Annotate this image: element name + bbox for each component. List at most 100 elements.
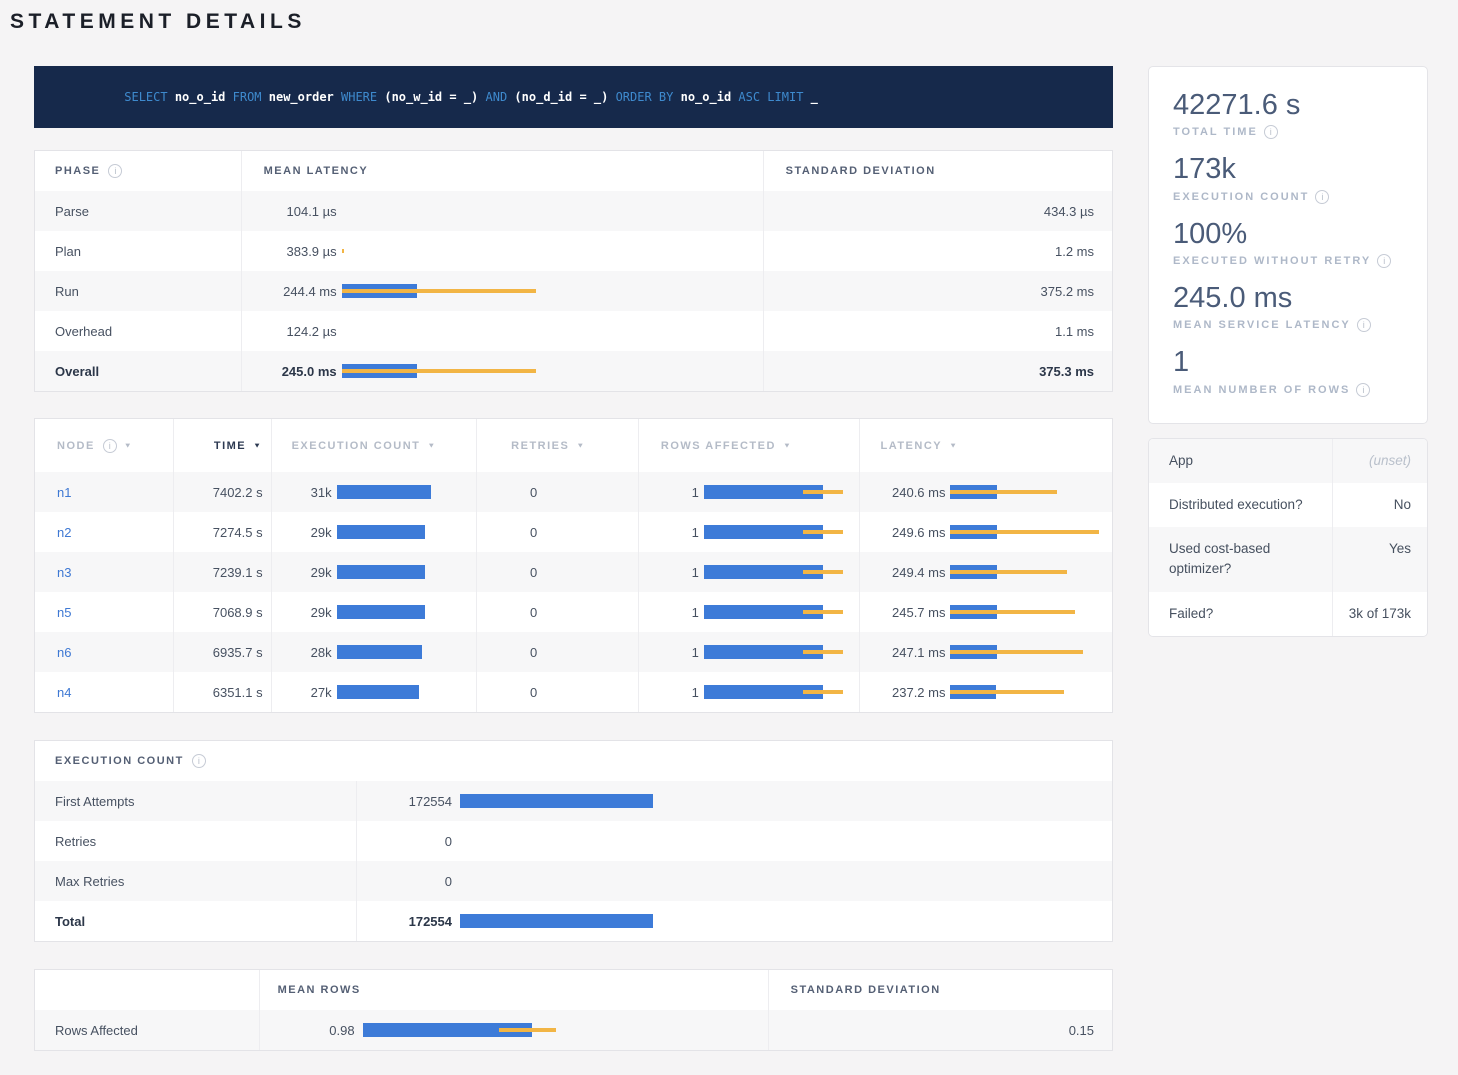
prop-value: Yes xyxy=(1332,527,1427,592)
execution-count-bar xyxy=(337,685,471,699)
time-column-header[interactable]: TIME▼ xyxy=(173,419,271,472)
info-icon[interactable]: i xyxy=(1315,190,1329,204)
prop-label: App xyxy=(1149,439,1332,483)
table-row: Max Retries 0 xyxy=(35,861,1112,901)
stat-value: 1 xyxy=(1173,346,1403,379)
sort-arrow-icon: ▼ xyxy=(576,442,585,450)
stat-mean-number-of-rows: 1 MEAN NUMBER OF ROWSi xyxy=(1173,346,1403,396)
prop-label: Distributed execution? xyxy=(1149,483,1332,527)
rows-affected-column-header[interactable]: ROWS AFFECTED▼ xyxy=(638,419,860,472)
retries-value: 0 xyxy=(477,685,537,700)
prop-row-app: App (unset) xyxy=(1149,439,1427,483)
time-value: 6351.1 s xyxy=(173,672,271,712)
execution-count-bar xyxy=(337,485,471,499)
info-icon[interactable]: i xyxy=(1356,383,1370,397)
prop-value: 3k of 173k xyxy=(1332,592,1427,636)
execution-count-value: 31k xyxy=(272,485,332,500)
node-link[interactable]: n5 xyxy=(57,605,71,620)
sort-arrow-icon: ▼ xyxy=(427,442,436,450)
std-dev-value: 1.2 ms xyxy=(763,231,1112,271)
stat-mean-service-latency: 245.0 ms MEAN SERVICE LATENCYi xyxy=(1173,282,1403,332)
stat-label: EXECUTED WITHOUT RETRYi xyxy=(1173,254,1403,268)
sql-statement-box: SELECT no_o_id FROM new_order WHERE (no_… xyxy=(34,66,1113,128)
std-dev-value: 0.15 xyxy=(768,1010,1112,1050)
table-row: n5 7068.9 s 29k 0 1 245.7 ms xyxy=(35,592,1112,632)
execution-count-value: 29k xyxy=(272,525,332,540)
table-row: n3 7239.1 s 29k 0 1 249.4 ms xyxy=(35,552,1112,592)
sql-statement: SELECT no_o_id FROM new_order WHERE (no_… xyxy=(52,76,818,118)
info-icon[interactable]: i xyxy=(1377,254,1391,268)
rows-affected-value: 1 xyxy=(639,485,699,500)
row-label: Max Retries xyxy=(35,861,356,901)
execution-count-column-header[interactable]: EXECUTION COUNT▼ xyxy=(271,419,477,472)
latency-bar xyxy=(342,204,755,218)
execution-count-table: EXECUTION COUNT i First Attempts 172554 … xyxy=(34,740,1113,942)
node-link[interactable]: n3 xyxy=(57,565,71,580)
rows-affected-value: 1 xyxy=(639,605,699,620)
latency-column-header[interactable]: LATENCY▼ xyxy=(859,419,1112,472)
node-link[interactable]: n2 xyxy=(57,525,71,540)
table-row: n1 7402.2 s 31k 0 1 240.6 ms xyxy=(35,472,1112,512)
std-dev-value: 434.3 µs xyxy=(763,191,1112,231)
mean-latency-value: 245.0 ms xyxy=(242,364,337,379)
row-label: First Attempts xyxy=(35,781,356,821)
rows-affected-bar xyxy=(704,565,852,579)
stat-total-time: 42271.6 s TOTAL TIMEi xyxy=(1173,89,1403,139)
std-dev-value: 375.2 ms xyxy=(763,271,1112,311)
page-title: STATEMENT DETAILS xyxy=(10,10,1428,34)
retries-column-header[interactable]: RETRIES▼ xyxy=(476,419,638,472)
info-icon[interactable]: i xyxy=(1357,318,1371,332)
rows-affected-bar xyxy=(704,645,852,659)
table-row: Rows Affected 0.98 0.15 xyxy=(35,1010,1112,1050)
execution-count-section-header: EXECUTION COUNT i xyxy=(35,741,206,781)
table-row: Plan 383.9 µs 1.2 ms xyxy=(35,231,1112,271)
row-label: Total xyxy=(35,901,356,941)
mean-latency-value: 124.2 µs xyxy=(242,324,337,339)
node-link[interactable]: n4 xyxy=(57,685,71,700)
empty-header-cell xyxy=(35,970,259,1010)
retries-value: 0 xyxy=(477,565,537,580)
rows-affected-value: 1 xyxy=(639,525,699,540)
count-bar xyxy=(460,914,1104,928)
node-link[interactable]: n1 xyxy=(57,485,71,500)
count-bar xyxy=(460,874,1104,888)
rows-affected-value: 1 xyxy=(639,685,699,700)
latency-bar xyxy=(342,284,755,298)
mean-latency-value: 383.9 µs xyxy=(242,244,337,259)
execution-count-bar xyxy=(337,565,471,579)
std-dev-column-header: STANDARD DEVIATION xyxy=(768,970,1112,1010)
statement-properties-card: App (unset) Distributed execution? No Us… xyxy=(1148,438,1428,637)
std-dev-value: 375.3 ms xyxy=(763,351,1112,391)
prop-label: Failed? xyxy=(1149,592,1332,636)
execution-count-bar xyxy=(337,645,471,659)
latency-bar xyxy=(950,685,1112,699)
std-dev-value: 1.1 ms xyxy=(763,311,1112,351)
mean-latency-value: 104.1 µs xyxy=(242,204,337,219)
node-column-header[interactable]: NODE i ▼ xyxy=(35,419,173,472)
node-link[interactable]: n6 xyxy=(57,645,71,660)
stat-label: MEAN SERVICE LATENCYi xyxy=(1173,318,1403,332)
latency-value: 249.4 ms xyxy=(860,565,945,580)
latency-bar xyxy=(342,324,755,338)
rows-affected-bar xyxy=(704,685,852,699)
row-label: Rows Affected xyxy=(35,1010,259,1050)
prop-value: (unset) xyxy=(1332,439,1427,483)
latency-value: 237.2 ms xyxy=(860,685,945,700)
retries-value: 0 xyxy=(477,525,537,540)
info-icon[interactable]: i xyxy=(192,754,206,768)
stat-value: 245.0 ms xyxy=(1173,282,1403,315)
info-icon[interactable]: i xyxy=(1264,125,1278,139)
latency-bar xyxy=(950,485,1112,499)
phase-label: Overhead xyxy=(35,311,241,351)
table-row: Total 172554 xyxy=(35,901,1112,941)
main-column: SELECT no_o_id FROM new_order WHERE (no_… xyxy=(34,66,1113,1051)
table-row: First Attempts 172554 xyxy=(35,781,1112,821)
prop-row-distributed-execution: Distributed execution? No xyxy=(1149,483,1427,527)
rows-affected-bar xyxy=(704,485,852,499)
retries-value: 0 xyxy=(477,605,537,620)
info-icon[interactable]: i xyxy=(108,164,122,178)
phase-label: Run xyxy=(35,271,241,311)
table-row: Retries 0 xyxy=(35,821,1112,861)
table-row: Overall 245.0 ms 375.3 ms xyxy=(35,351,1112,391)
info-icon[interactable]: i xyxy=(103,439,117,453)
